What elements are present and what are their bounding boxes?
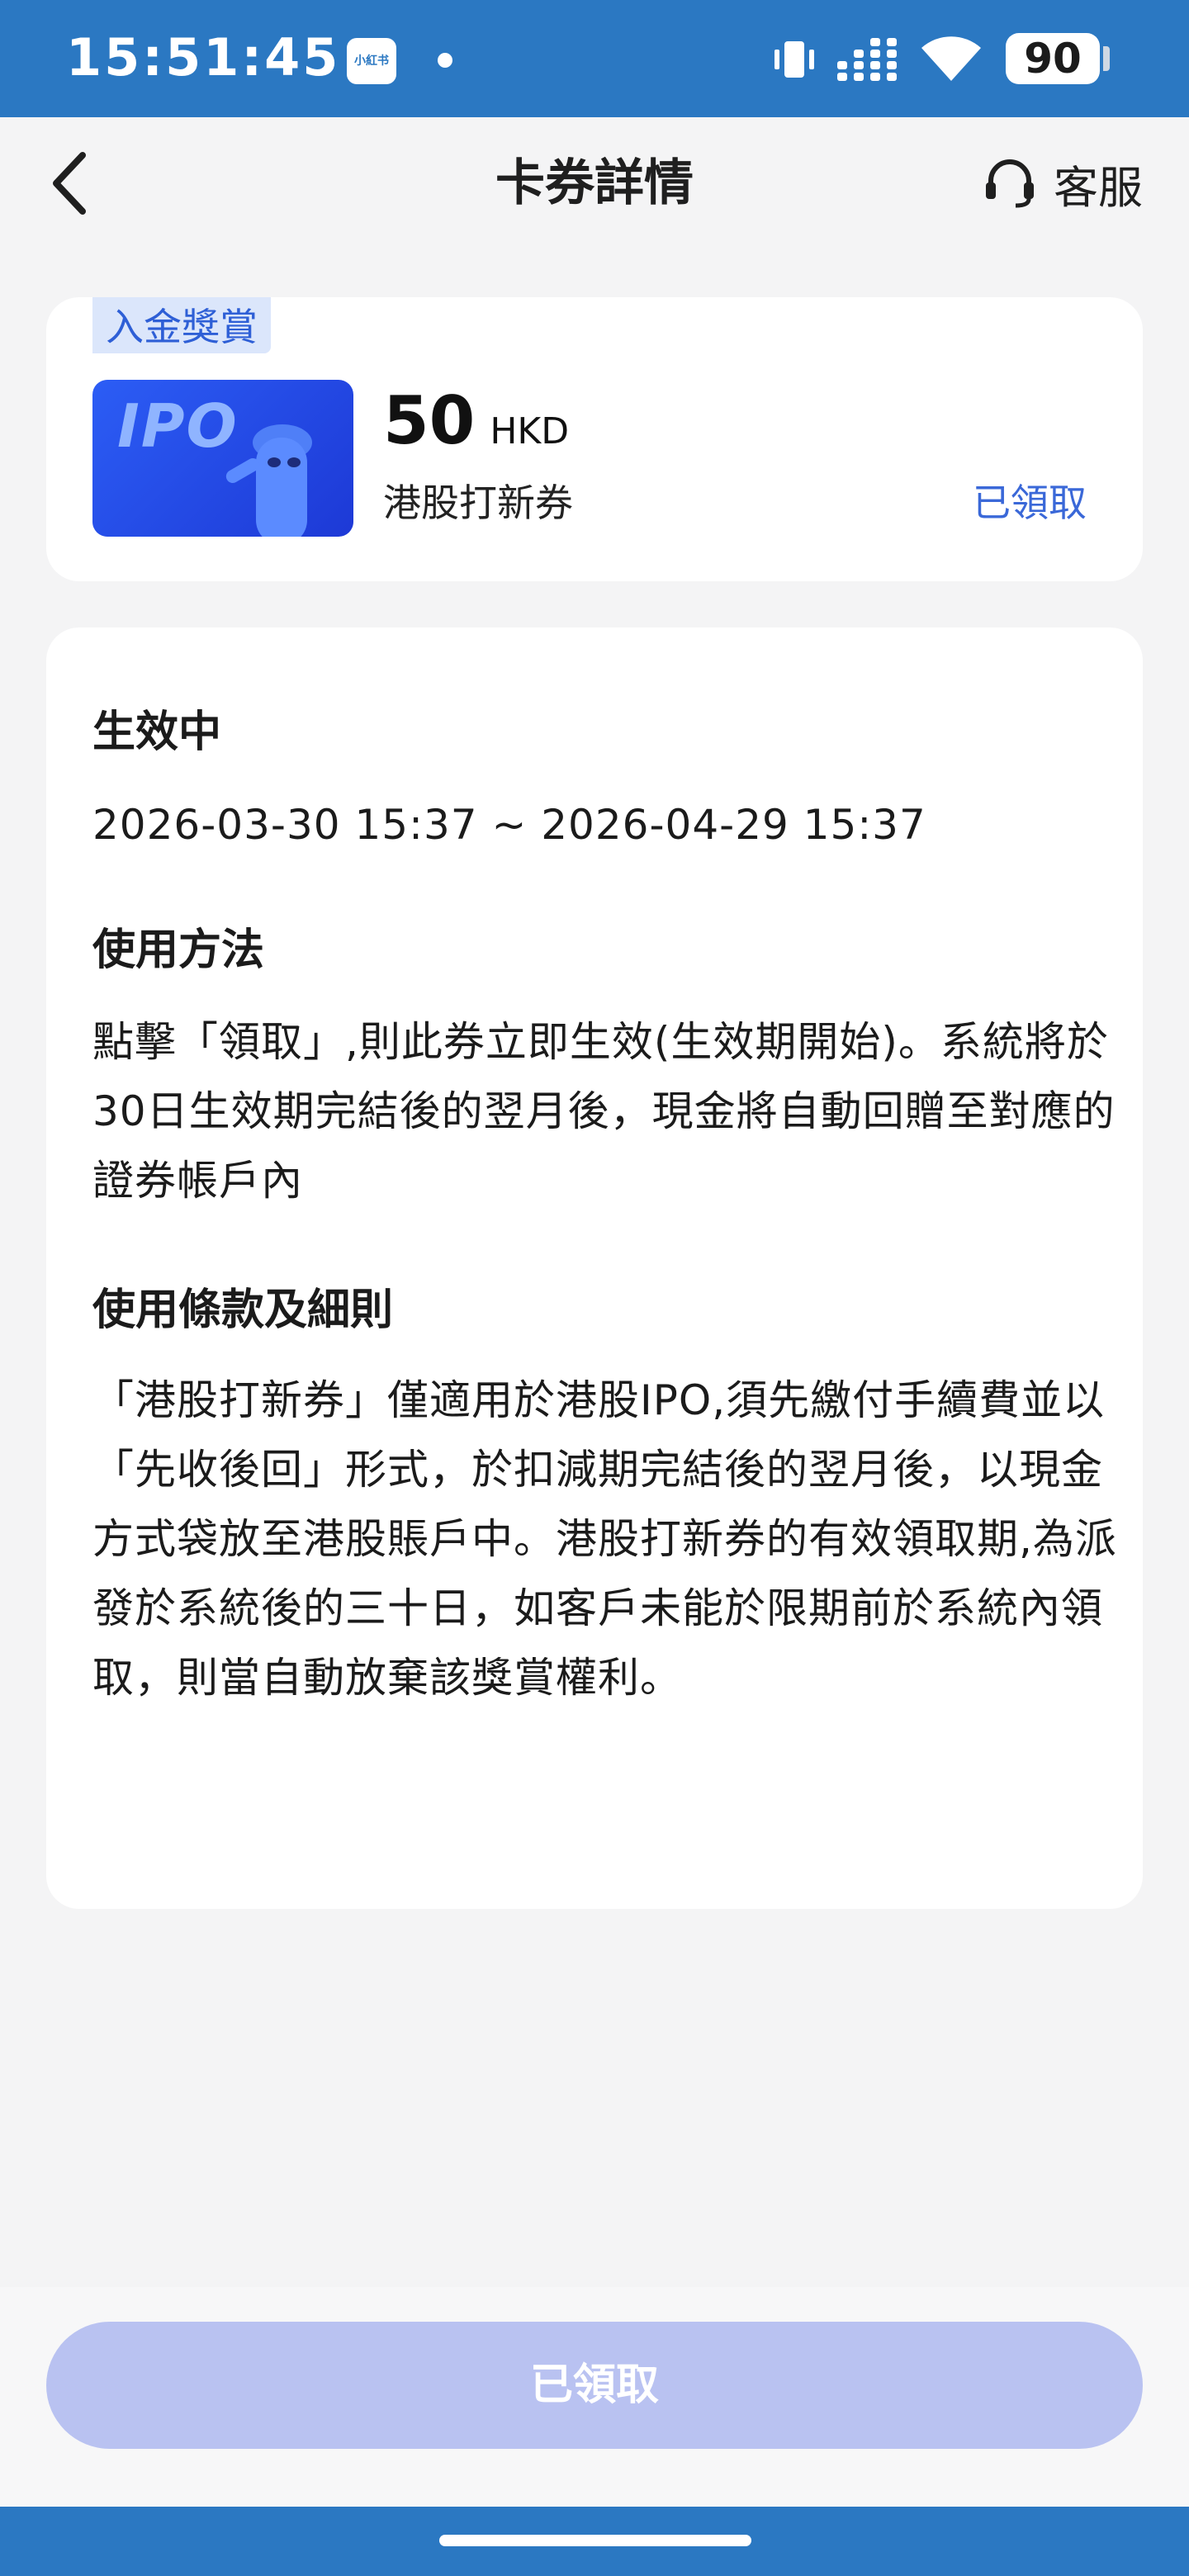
terms-title: 使用條款及細則 (92, 1286, 394, 1335)
coupon-amount-value: 50 (383, 382, 476, 459)
validity-period: 2026-03-30 15:37 ~ 2026-04-29 15:37 (92, 801, 926, 849)
battery-cap (1103, 46, 1110, 71)
coupon-name: 港股打新券 (383, 481, 573, 525)
headset-icon (986, 159, 1034, 208)
coupon-detail-card: 生效中 2026-03-30 15:37 ~ 2026-04-29 15:37 … (46, 627, 1143, 1909)
status-bar: 15:51:45 小紅书 90 (0, 0, 1189, 117)
navigation-bar: 卡券詳情 客服 (0, 117, 1189, 241)
coupon-status: 已領取 (973, 481, 1087, 525)
vibrate-icon (775, 41, 814, 78)
status-time: 15:51:45 (66, 27, 341, 88)
coupon-currency: HKD (490, 410, 570, 452)
mascot-icon (225, 424, 312, 537)
reward-tag: 入金獎賞 (92, 297, 271, 353)
ipo-coupon-image: IPO (92, 380, 353, 537)
customer-service-label: 客服 (1054, 161, 1143, 214)
app-notification-icon: 小紅书 (347, 38, 396, 84)
battery-icon: 90 (1006, 33, 1100, 84)
coupon-amount: 50 HKD (383, 380, 569, 481)
customer-service-button[interactable]: 客服 (983, 152, 1143, 215)
claimed-button[interactable]: 已領取 (46, 2322, 1143, 2449)
wifi-icon (921, 36, 981, 81)
terms-text: 「港股打新券」僅適用於港股IPO,須先繳付手續費並以「先收後回」形式，於扣減期完… (92, 1376, 1117, 1702)
validity-status-title: 生效中 (92, 708, 222, 757)
signal-icon (837, 38, 897, 81)
home-indicator[interactable] (439, 2535, 751, 2546)
coupon-card: 入金獎賞 IPO 50 HKD 港股打新券 已領取 (46, 297, 1143, 581)
usage-text: 點擊「領取」,則此券立即生效(生效期開始)。系統將於30日生效期完結後的翌月後，… (92, 1018, 1116, 1205)
usage-title: 使用方法 (92, 926, 265, 975)
notification-dot-icon (438, 53, 452, 68)
